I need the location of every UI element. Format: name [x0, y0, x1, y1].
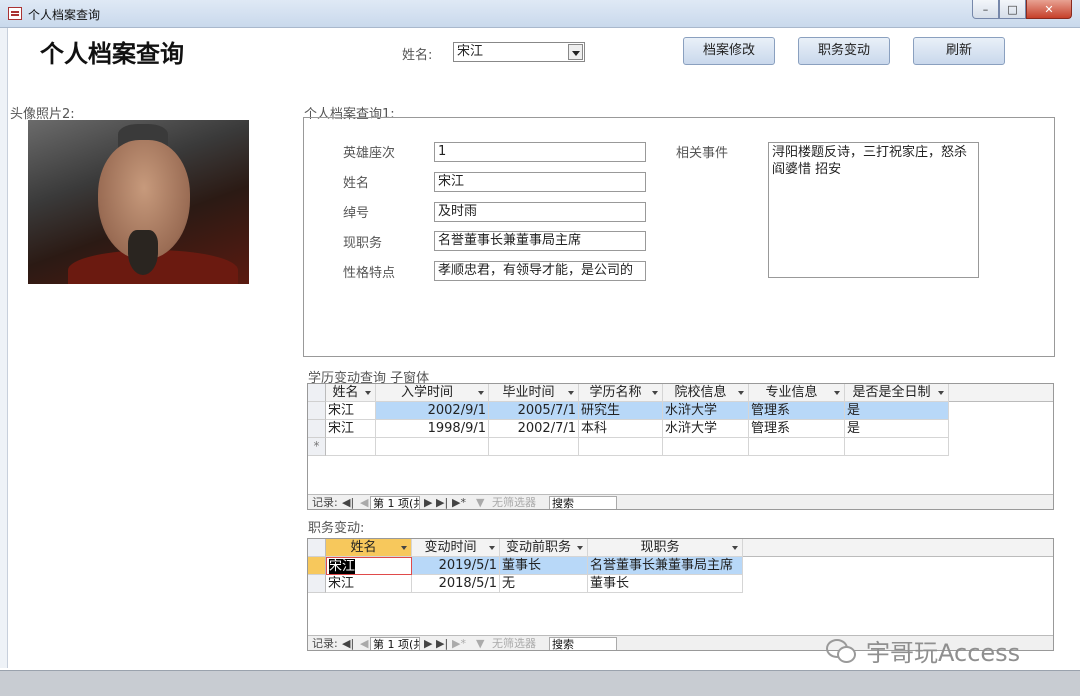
job-change-button[interactable]: 职务变动 — [798, 37, 890, 65]
chevron-down-icon[interactable] — [568, 44, 583, 60]
column-header[interactable]: 姓名 — [326, 539, 412, 557]
record-navigation-bar: 记录: ◀| ◀ 第 1 项(共 ▶ ▶| ▶* ▼ 无筛选器 搜索 — [308, 494, 1053, 509]
page-title: 个人档案查询 — [40, 39, 184, 68]
column-header[interactable]: 是否是全日制 — [845, 384, 949, 402]
close-icon[interactable]: ✕ — [1026, 0, 1072, 19]
watermark: 宇哥玩Access — [826, 633, 1020, 667]
wechat-icon — [826, 637, 856, 663]
search-input[interactable]: 搜索 — [549, 496, 617, 509]
new-record-icon[interactable]: ▶* — [452, 496, 466, 509]
table-row[interactable]: 宋江 2019/5/1 董事长 名誉董事长兼董事局主席 — [308, 557, 1053, 575]
jobs-subform-caption: 职务变动: — [308, 521, 365, 536]
no-filter-label[interactable]: 无筛选器 — [492, 637, 536, 650]
column-header[interactable]: 姓名 — [326, 384, 376, 402]
column-header[interactable]: 院校信息 — [663, 384, 749, 402]
new-record-marker: * — [308, 438, 326, 456]
field-label-name: 姓名 — [343, 176, 370, 191]
first-record-icon[interactable]: ◀| — [342, 637, 354, 650]
table-row[interactable]: 宋江 1998/9/1 2002/7/1 本科 水浒大学 管理系 是 — [308, 420, 1053, 438]
maximize-icon[interactable]: □ — [999, 0, 1026, 19]
rank-field[interactable]: 1 — [434, 142, 646, 162]
traits-field[interactable]: 孝顺忠君，有领导才能，是公司的 — [434, 261, 646, 281]
first-record-icon[interactable]: ◀| — [342, 496, 354, 509]
row-selector[interactable] — [308, 402, 326, 420]
events-label: 相关事件 — [676, 146, 729, 161]
column-header[interactable]: 现职务 — [588, 539, 743, 557]
last-record-icon[interactable]: ▶| — [436, 637, 448, 650]
column-header[interactable]: 专业信息 — [749, 384, 845, 402]
nickname-field[interactable]: 及时雨 — [434, 202, 646, 222]
filter-icon[interactable]: ▼ — [476, 637, 484, 650]
last-record-icon[interactable]: ▶| — [436, 496, 448, 509]
column-header[interactable]: 变动前职务 — [500, 539, 588, 557]
window-title: 个人档案查询 — [28, 8, 101, 22]
position-field[interactable]: 名誉董事长兼董事局主席 — [434, 231, 646, 251]
previous-record-icon[interactable]: ◀ — [360, 637, 368, 650]
select-all-corner[interactable] — [308, 384, 326, 402]
name-combo-value: 宋江 — [457, 44, 484, 59]
field-label-traits: 性格特点 — [343, 266, 396, 281]
avatar — [28, 120, 249, 284]
column-header[interactable]: 变动时间 — [412, 539, 500, 557]
new-record-row[interactable]: * — [308, 438, 1053, 456]
edit-profile-button[interactable]: 档案修改 — [683, 37, 775, 65]
column-header[interactable]: 入学时间 — [376, 384, 489, 402]
record-number-input[interactable]: 第 1 项(共 — [370, 637, 420, 650]
column-header[interactable]: 学历名称 — [579, 384, 663, 402]
table-header: 姓名 变动时间 变动前职务 现职务 — [308, 539, 1053, 557]
previous-record-icon[interactable]: ◀ — [360, 496, 368, 509]
field-label-nickname: 绰号 — [343, 206, 370, 221]
minimize-icon[interactable]: – — [972, 0, 999, 19]
no-filter-label[interactable]: 无筛选器 — [492, 496, 536, 509]
next-record-icon[interactable]: ▶ — [424, 637, 432, 650]
current-row-selector[interactable] — [308, 557, 326, 575]
search-input[interactable]: 搜索 — [549, 637, 617, 650]
filter-icon[interactable]: ▼ — [476, 496, 484, 509]
events-field[interactable]: 浔阳楼题反诗，三打祝家庄，怒杀阎婆惜 招安 — [768, 142, 979, 278]
refresh-button[interactable]: 刷新 — [913, 37, 1005, 65]
status-bar — [0, 670, 1080, 696]
field-label-rank: 英雄座次 — [343, 146, 396, 161]
record-selector-strip — [0, 28, 8, 668]
watermark-text: 宇哥玩Access — [866, 638, 1021, 667]
name-field[interactable]: 宋江 — [434, 172, 646, 192]
next-record-icon[interactable]: ▶ — [424, 496, 432, 509]
window-titlebar: 个人档案查询 – □ ✕ — [0, 0, 1080, 28]
new-record-icon[interactable]: ▶* — [452, 637, 466, 650]
field-label-position: 现职务 — [343, 236, 383, 251]
row-selector[interactable] — [308, 575, 326, 593]
form-icon — [8, 7, 22, 20]
select-all-corner[interactable] — [308, 539, 326, 557]
education-datasheet: 姓名 入学时间 毕业时间 学历名称 院校信息 专业信息 是否是全日制 宋江 20… — [307, 383, 1054, 510]
name-combo[interactable]: 宋江 — [453, 42, 585, 62]
row-selector[interactable] — [308, 420, 326, 438]
name-combo-label: 姓名: — [402, 48, 433, 63]
table-header: 姓名 入学时间 毕业时间 学历名称 院校信息 专业信息 是否是全日制 — [308, 384, 1053, 402]
window-controls: – □ ✕ — [972, 0, 1072, 19]
record-number-input[interactable]: 第 1 项(共 — [370, 496, 420, 509]
table-row[interactable]: 宋江 2002/9/1 2005/7/1 研究生 水浒大学 管理系 是 — [308, 402, 1053, 420]
table-row[interactable]: 宋江 2018/5/1 无 董事长 — [308, 575, 1053, 593]
column-header[interactable]: 毕业时间 — [489, 384, 579, 402]
